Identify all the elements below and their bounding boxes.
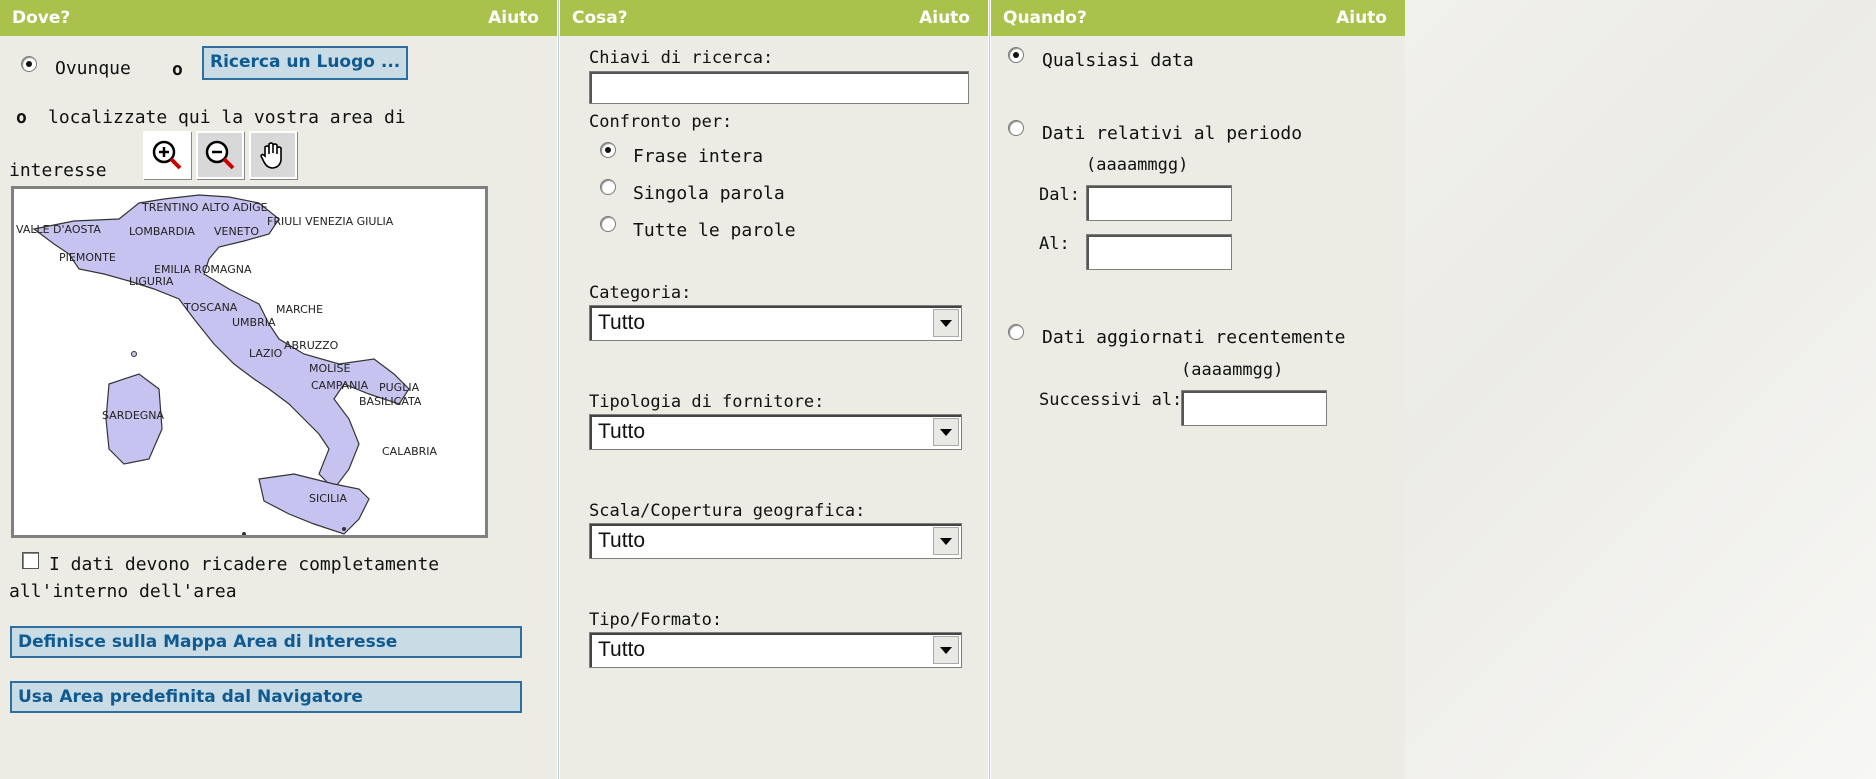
anywhere-label: Ovunque [55,58,131,79]
what-panel: Cosa? Aiuto Chiavi di ricerca: Confronto… [560,0,988,779]
svg-text:MARCHE: MARCHE [276,303,323,316]
define-area-button[interactable]: Definisce sulla Mappa Area di Interesse [10,626,522,658]
recent-format: (aaaammgg) [1181,360,1284,380]
scale-label: Scala/Copertura geografica: [589,501,866,521]
provider-label: Tipologia di fornitore: [589,392,825,412]
where-help-link[interactable]: Aiuto [488,8,539,28]
where-header: Dove? Aiuto [0,0,557,36]
svg-text:MOLISE: MOLISE [309,362,351,375]
to-label: Al: [1039,234,1070,254]
what-header: Cosa? Aiuto [560,0,988,36]
pan-button[interactable] [249,131,297,179]
scale-select[interactable]: Tutto [589,523,962,559]
svg-text:LIGURIA: LIGURIA [129,275,174,288]
zoom-out-button[interactable] [196,131,244,179]
match-option-all: Tutte le parole [633,220,796,241]
or-text-1: o [172,59,183,80]
match-option-phrase-radio[interactable] [600,142,616,158]
provider-select[interactable]: Tutto [589,414,962,450]
zoom-in-button[interactable] [143,131,191,179]
when-panel: Quando? Aiuto Qualsiasi data Dati relati… [991,0,1405,779]
svg-text:VENETO: VENETO [214,225,259,238]
use-area-button[interactable]: Usa Area predefinita dal Navigatore [10,681,522,713]
period-label: Dati relativi al periodo [1042,123,1303,144]
svg-text:PIEMONTE: PIEMONTE [59,251,116,264]
recent-radio[interactable] [1008,324,1024,340]
format-select-value: Tutto [598,638,646,661]
any-date-radio[interactable] [1008,47,1024,63]
svg-text:TRENTINO ALTO ADIGE: TRENTINO ALTO ADIGE [141,201,268,214]
category-select-value: Tutto [598,311,646,334]
locate-text-line1: localizzate qui la vostra area di [48,107,406,128]
svg-text:PUGLIA: PUGLIA [379,381,420,394]
match-option-word-radio[interactable] [600,179,616,195]
zoom-in-icon [152,140,182,170]
svg-text:SICILIA: SICILIA [309,492,348,505]
category-label: Categoria: [589,283,692,303]
chevron-down-icon[interactable] [933,527,959,555]
svg-text:VALLE D'AOSTA: VALLE D'AOSTA [16,223,101,236]
when-title: Quando? [1003,8,1087,28]
svg-text:SARDEGNA: SARDEGNA [102,409,165,422]
period-format: (aaaammgg) [1086,155,1189,175]
what-help-link[interactable]: Aiuto [919,8,970,28]
svg-text:TOSCANA: TOSCANA [183,301,238,314]
italy-map-graphic: TRENTINO ALTO ADIGE FRIULI VENEZIA GIULI… [16,194,438,536]
contain-checkbox[interactable] [22,552,39,569]
svg-text:LOMBARDIA: LOMBARDIA [129,225,195,238]
zoom-out-icon [205,140,235,170]
keywords-label: Chiavi di ricerca: [589,48,774,68]
svg-text:BASILICATA: BASILICATA [359,395,422,408]
chevron-down-icon[interactable] [933,418,959,446]
or-text-2: o [16,107,27,128]
from-label: Dal: [1039,185,1080,205]
from-date-input[interactable] [1086,185,1232,221]
chevron-down-icon[interactable] [933,309,959,337]
match-option-all-radio[interactable] [600,216,616,232]
format-select[interactable]: Tutto [589,632,962,668]
period-radio[interactable] [1008,120,1024,136]
scale-select-value: Tutto [598,529,646,552]
recent-label: Dati aggiornati recentemente [1042,327,1346,348]
pan-hand-icon [260,142,282,169]
search-place-button[interactable]: Ricerca un Luogo ... [202,46,409,80]
locate-text-line2: interesse [9,160,107,181]
svg-text:CAMPANIA: CAMPANIA [311,379,369,392]
svg-text:UMBRIA: UMBRIA [232,316,276,329]
match-label: Confronto per: [589,112,733,132]
contain-text-line1: I dati devono ricadere completamente [49,554,440,575]
provider-select-value: Tutto [598,420,646,443]
keywords-input[interactable] [589,71,969,104]
svg-text:ABRUZZO: ABRUZZO [284,339,339,352]
where-title: Dove? [12,8,71,28]
svg-text:CALABRIA: CALABRIA [382,445,438,458]
match-option-word: Singola parola [633,183,785,204]
italy-map[interactable]: TRENTINO ALTO ADIGE FRIULI VENEZIA GIULI… [11,186,488,538]
svg-text:LAZIO: LAZIO [249,347,283,360]
what-title: Cosa? [572,8,628,28]
after-label: Successivi al: [1039,390,1183,410]
after-date-input[interactable] [1181,390,1327,426]
to-date-input[interactable] [1086,234,1232,270]
when-help-link[interactable]: Aiuto [1336,8,1387,28]
format-label: Tipo/Formato: [589,610,723,630]
any-date-label: Qualsiasi data [1042,50,1194,71]
category-select[interactable]: Tutto [589,305,962,341]
where-panel: Dove? Aiuto Ovunque o Ricerca un Luogo .… [0,0,557,779]
when-header: Quando? Aiuto [991,0,1405,36]
anywhere-radio[interactable] [21,56,37,72]
match-option-phrase: Frase intera [633,146,764,167]
contain-text-line2: all'interno dell'area [9,581,237,602]
svg-text:FRIULI VENEZIA GIULIA: FRIULI VENEZIA GIULIA [267,215,394,228]
chevron-down-icon[interactable] [933,636,959,664]
